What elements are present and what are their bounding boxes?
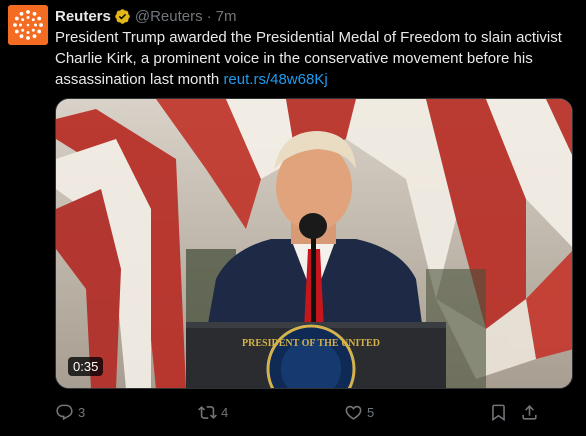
avatar[interactable] bbox=[8, 5, 48, 45]
more-button[interactable] bbox=[551, 400, 570, 424]
like-icon bbox=[345, 405, 362, 420]
bookmark-icon bbox=[492, 404, 505, 421]
separator-dot: · bbox=[206, 7, 212, 25]
like-button[interactable]: 5 bbox=[344, 400, 374, 424]
author-handle[interactable]: @Reuters bbox=[135, 8, 203, 25]
video-duration: 0:35 bbox=[68, 357, 104, 376]
share-button[interactable] bbox=[520, 400, 539, 424]
repost-icon bbox=[198, 405, 217, 419]
tweet-link[interactable]: reut.rs/48w68Kj bbox=[223, 71, 327, 88]
video-player[interactable]: PRESIDENT OF THE UNITED 0:35 bbox=[55, 98, 573, 389]
repost-count: 4 bbox=[221, 404, 229, 420]
verified-badge-icon[interactable] bbox=[114, 8, 131, 25]
reply-count: 3 bbox=[78, 404, 86, 420]
author-name[interactable]: Reuters bbox=[55, 8, 111, 25]
reply-button[interactable]: 3 bbox=[55, 400, 85, 424]
action-bar: 3 4 5 bbox=[55, 400, 580, 424]
video-thumbnail: PRESIDENT OF THE UNITED bbox=[56, 99, 572, 388]
tweet-text: President Trump awarded the Presidential… bbox=[55, 27, 575, 90]
timestamp[interactable]: 7m bbox=[216, 8, 237, 25]
tweet-card[interactable]: Reuters @Reuters · 7m President Trump aw… bbox=[0, 0, 586, 436]
seal-text: PRESIDENT OF THE UNITED bbox=[242, 338, 380, 349]
reuters-logo-icon bbox=[8, 5, 48, 45]
share-icon bbox=[522, 404, 537, 420]
reply-icon bbox=[56, 404, 73, 420]
more-icon bbox=[551, 403, 570, 422]
repost-button[interactable]: 4 bbox=[198, 400, 228, 424]
tweet-header: Reuters @Reuters · 7m bbox=[55, 6, 236, 26]
bookmark-button[interactable] bbox=[489, 400, 508, 424]
like-count: 5 bbox=[367, 404, 375, 420]
